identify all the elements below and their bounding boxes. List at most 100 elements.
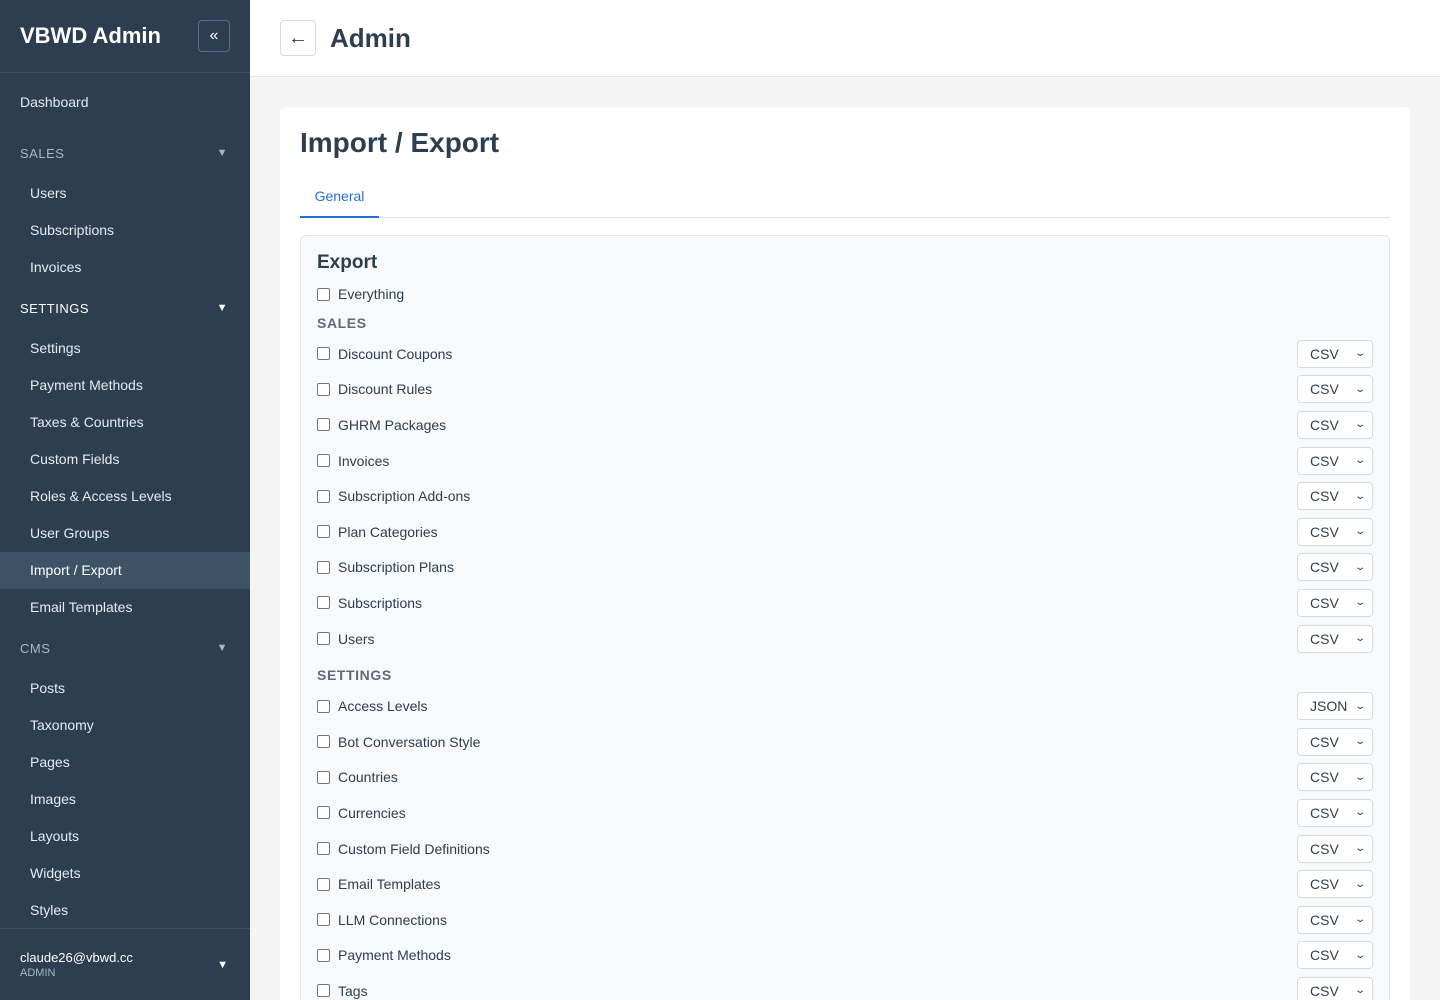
- format-select-value: CSV: [1310, 452, 1339, 469]
- format-select-countries[interactable]: CSV ⌄: [1297, 763, 1373, 792]
- export-row-invoices[interactable]: Invoices CSV ⌄: [317, 443, 1373, 479]
- format-select-subscription-add-ons[interactable]: CSV ⌄: [1297, 482, 1373, 511]
- sidebar-item-invoices[interactable]: Invoices: [0, 249, 250, 286]
- sidebar-item-dashboard[interactable]: Dashboard: [0, 73, 250, 131]
- format-select-ghrm-packages[interactable]: CSV ⌄: [1297, 410, 1373, 439]
- export-row-subscriptions[interactable]: Subscriptions CSV ⌄: [317, 585, 1373, 621]
- sidebar-item-users[interactable]: Users: [0, 175, 250, 212]
- sidebar-item-custom-fields[interactable]: Custom Fields: [0, 441, 250, 478]
- sidebar-nav: Dashboard SALES ▼ Users Subscriptions Invo…: [0, 73, 250, 928]
- format-select-bot-conversation-style[interactable]: CSV ⌄: [1297, 727, 1373, 756]
- export-row-payment-methods[interactable]: Payment Methods CSV ⌄: [317, 938, 1373, 974]
- format-select-discount-rules[interactable]: CSV ⌄: [1297, 375, 1373, 404]
- sidebar-item-payment-methods[interactable]: Payment Methods: [0, 367, 250, 404]
- export-checkbox-payment-methods[interactable]: [317, 948, 330, 962]
- export-row-bot-conversation-style[interactable]: Bot Conversation Style CSV ⌄: [317, 724, 1373, 760]
- sidebar-item-taxonomy[interactable]: Taxonomy: [0, 707, 250, 744]
- export-row-currencies[interactable]: Currencies CSV ⌄: [317, 795, 1373, 831]
- export-checkbox-currencies[interactable]: [317, 806, 330, 820]
- sidebar-section-sales[interactable]: SALES ▼: [0, 131, 250, 175]
- export-checkbox-invoices[interactable]: [317, 454, 330, 468]
- chevron-down-icon: ⌄: [1353, 597, 1366, 609]
- format-select-discount-coupons[interactable]: CSV ⌄: [1297, 339, 1373, 368]
- export-row-subscription-plans[interactable]: Subscription Plans CSV ⌄: [317, 550, 1373, 586]
- export-row-plan-categories[interactable]: Plan Categories CSV ⌄: [317, 514, 1373, 550]
- format-select-currencies[interactable]: CSV ⌄: [1297, 798, 1373, 827]
- export-checkbox-subscriptions[interactable]: [317, 596, 330, 610]
- sidebar-item-posts[interactable]: Posts: [0, 670, 250, 707]
- format-select-users[interactable]: CSV ⌄: [1297, 624, 1373, 653]
- export-checkbox-subscription-add-ons[interactable]: [317, 489, 330, 503]
- sales-export-list: Discount Coupons CSV ⌄ Discount Rules CSV ⌄ GH…: [317, 336, 1373, 656]
- tab-general[interactable]: General: [300, 187, 379, 218]
- export-checkbox-ghrm-packages[interactable]: [317, 418, 330, 432]
- sidebar-item-styles[interactable]: Styles: [0, 892, 250, 928]
- sidebar-item-roles-access-levels[interactable]: Roles & Access Levels: [0, 478, 250, 515]
- export-label-currencies: Currencies: [338, 804, 406, 821]
- export-row-tags[interactable]: Tags CSV ⌄: [317, 973, 1373, 1000]
- format-select-tags[interactable]: CSV ⌄: [1297, 976, 1373, 1000]
- export-label-countries: Countries: [338, 769, 398, 786]
- format-select-custom-field-definitions[interactable]: CSV ⌄: [1297, 834, 1373, 863]
- export-row-llm-connections[interactable]: LLM Connections CSV ⌄: [317, 902, 1373, 938]
- export-checkbox-discount-rules[interactable]: [317, 382, 330, 396]
- export-row-countries[interactable]: Countries CSV ⌄: [317, 760, 1373, 796]
- export-row-users[interactable]: Users CSV ⌄: [317, 621, 1373, 657]
- export-checkbox-subscription-plans[interactable]: [317, 560, 330, 574]
- settings-export-list: Access Levels JSON ⌄ Bot Conversation Style…: [317, 688, 1373, 1000]
- export-checkbox-plan-categories[interactable]: [317, 525, 330, 539]
- export-checkbox-email-templates[interactable]: [317, 877, 330, 891]
- export-checkbox-bot-conversation-style[interactable]: [317, 735, 330, 749]
- export-everything-checkbox[interactable]: [317, 287, 330, 301]
- chevron-down-icon: ⌄: [1353, 949, 1366, 961]
- sidebar-item-user-groups[interactable]: User Groups: [0, 515, 250, 552]
- format-select-llm-connections[interactable]: CSV ⌄: [1297, 905, 1373, 934]
- sidebar-item-pages[interactable]: Pages: [0, 744, 250, 781]
- format-select-payment-methods[interactable]: CSV ⌄: [1297, 941, 1373, 970]
- export-row-email-templates[interactable]: Email Templates CSV ⌄: [317, 866, 1373, 902]
- export-everything-row[interactable]: Everything: [317, 278, 1373, 310]
- format-select-invoices[interactable]: CSV ⌄: [1297, 446, 1373, 475]
- export-checkbox-tags[interactable]: [317, 984, 330, 998]
- format-select-value: CSV: [1310, 947, 1339, 964]
- sidebar-item-images[interactable]: Images: [0, 781, 250, 818]
- sidebar-item-layouts[interactable]: Layouts: [0, 818, 250, 855]
- collapse-sidebar-button[interactable]: «: [198, 20, 230, 52]
- chevron-down-icon: ⌄: [1353, 700, 1366, 712]
- chevron-down-icon[interactable]: ▼: [217, 959, 228, 971]
- sidebar-item-settings[interactable]: Settings: [0, 330, 250, 367]
- export-row-custom-field-definitions[interactable]: Custom Field Definitions CSV ⌄: [317, 831, 1373, 867]
- format-select-subscriptions[interactable]: CSV ⌄: [1297, 588, 1373, 617]
- format-select-value: CSV: [1310, 804, 1339, 821]
- export-row-discount-rules[interactable]: Discount Rules CSV ⌄: [317, 372, 1373, 408]
- back-button[interactable]: ←: [280, 20, 316, 56]
- export-row-subscription-add-ons[interactable]: Subscription Add-ons CSV ⌄: [317, 478, 1373, 514]
- sidebar-section-settings[interactable]: SETTINGS ▼: [0, 286, 250, 330]
- format-select-access-levels[interactable]: JSON ⌄: [1297, 692, 1373, 721]
- sidebar-item-widgets[interactable]: Widgets: [0, 855, 250, 892]
- chevron-down-icon: ⌄: [1353, 633, 1366, 645]
- format-select-subscription-plans[interactable]: CSV ⌄: [1297, 553, 1373, 582]
- export-checkbox-countries[interactable]: [317, 770, 330, 784]
- export-row-access-levels[interactable]: Access Levels JSON ⌄: [317, 688, 1373, 724]
- user-menu[interactable]: claude26@vbwd.cc ADMIN ▼: [0, 928, 250, 1000]
- format-select-plan-categories[interactable]: CSV ⌄: [1297, 517, 1373, 546]
- sidebar-item-import-export[interactable]: Import / Export: [0, 552, 250, 589]
- format-select-value: CSV: [1310, 769, 1339, 786]
- export-row-discount-coupons[interactable]: Discount Coupons CSV ⌄: [317, 336, 1373, 372]
- export-checkbox-access-levels[interactable]: [317, 699, 330, 713]
- export-row-ghrm-packages[interactable]: GHRM Packages CSV ⌄: [317, 407, 1373, 443]
- export-checkbox-custom-field-definitions[interactable]: [317, 842, 330, 856]
- sidebar-item-email-templates[interactable]: Email Templates: [0, 589, 250, 626]
- format-select-email-templates[interactable]: CSV ⌄: [1297, 870, 1373, 899]
- sidebar: VBWD Admin « Dashboard SALES ▼ Users Subs…: [0, 0, 250, 1000]
- export-label-discount-rules: Discount Rules: [338, 381, 433, 398]
- export-checkbox-discount-coupons[interactable]: [317, 347, 330, 361]
- sidebar-item-subscriptions[interactable]: Subscriptions: [0, 212, 250, 249]
- export-checkbox-llm-connections[interactable]: [317, 913, 330, 927]
- sidebar-section-sales-label: SALES: [20, 145, 65, 161]
- sidebar-section-cms[interactable]: CMS ▼: [0, 626, 250, 670]
- sidebar-item-taxes-countries[interactable]: Taxes & Countries: [0, 404, 250, 441]
- chevron-down-icon: ⌄: [1353, 843, 1366, 855]
- export-checkbox-users[interactable]: [317, 632, 330, 646]
